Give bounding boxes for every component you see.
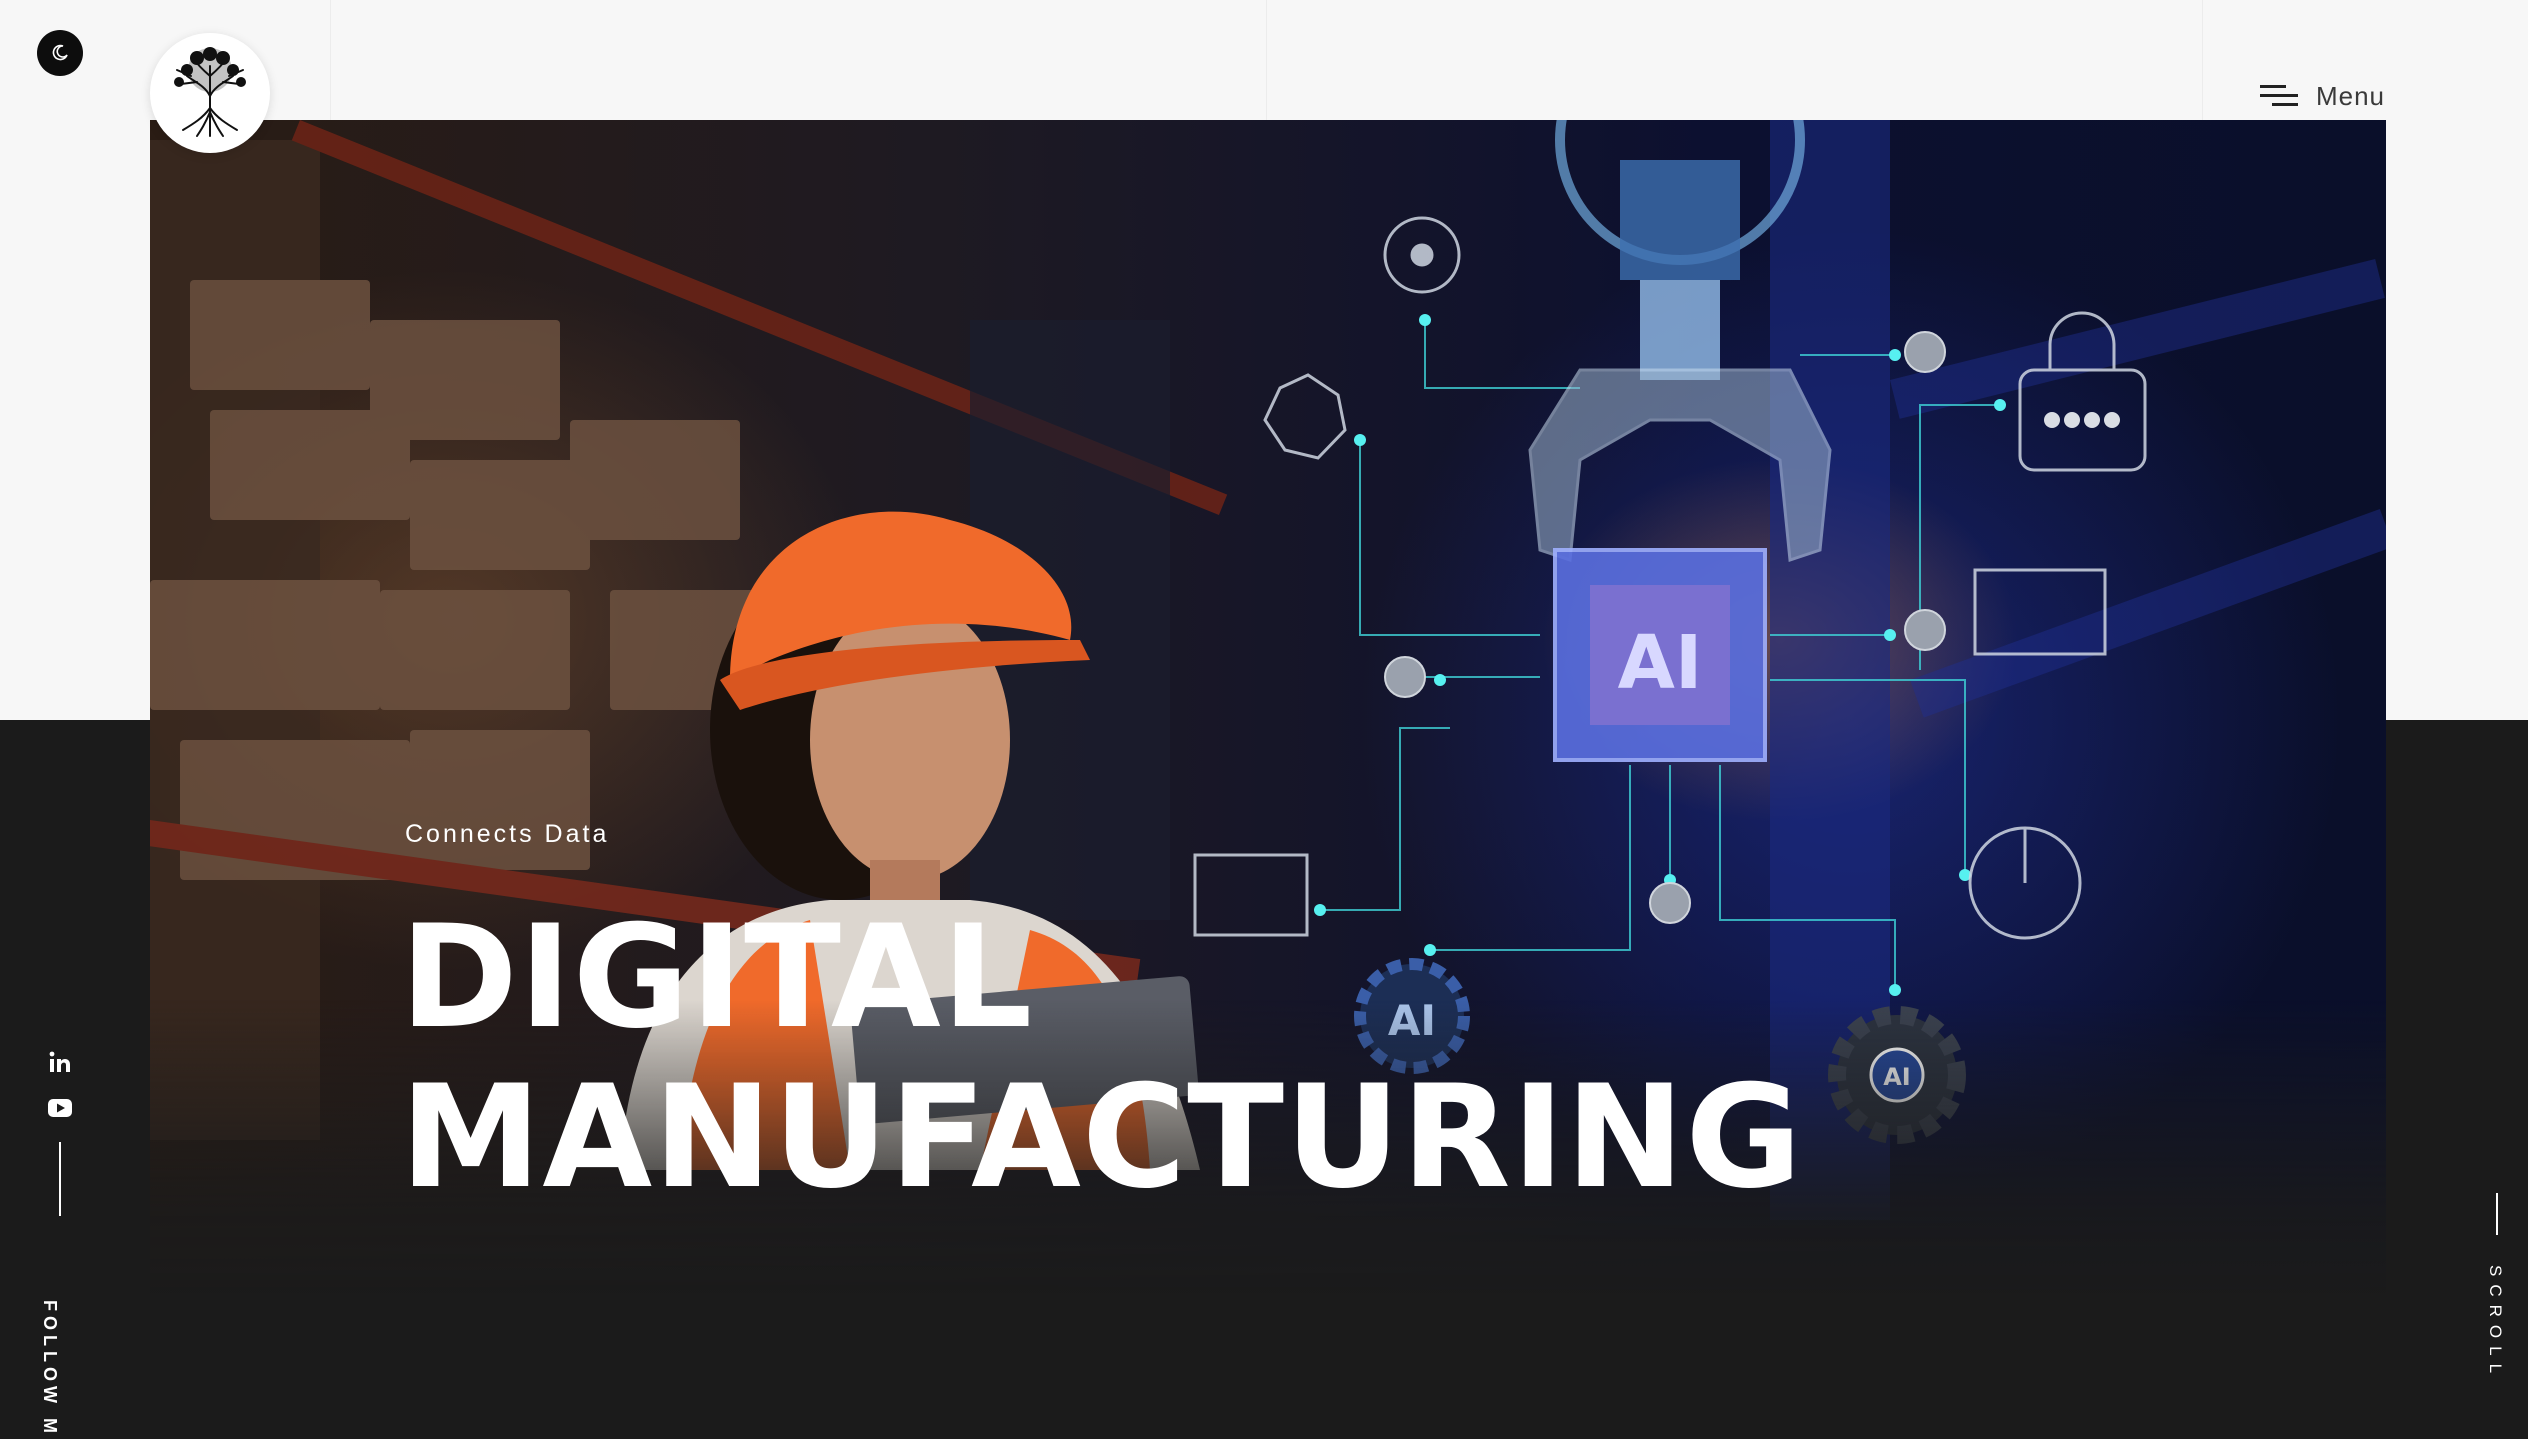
site-logo[interactable] xyxy=(150,33,270,153)
guide-line xyxy=(2202,0,2203,120)
ai-chip-image: AI xyxy=(1553,548,1767,762)
hero-banner: AI AI AI Connects Data DIGITAL MANUFACTU… xyxy=(150,120,2386,1300)
hamburger-icon xyxy=(2259,85,2298,106)
follow-me-label: FOLLOW ME xyxy=(40,1300,60,1439)
theme-toggle-button[interactable] xyxy=(37,30,83,76)
tree-logo-icon xyxy=(174,47,246,137)
hero-title-line: MANUFACTURING xyxy=(400,1055,1803,1220)
network-sphere-icon xyxy=(1263,373,1347,460)
hero-eyebrow: Connects Data xyxy=(405,820,610,848)
gear-label: AI xyxy=(1883,1063,1911,1091)
moon-icon xyxy=(52,44,68,61)
guide-line xyxy=(1266,0,1267,120)
menu-button[interactable]: Menu xyxy=(2259,80,2385,112)
linkedin-icon[interactable] xyxy=(48,1050,72,1074)
scroll-label[interactable]: SCROLL xyxy=(2485,1265,2505,1381)
youtube-icon[interactable] xyxy=(48,1096,72,1120)
ai-chip-label: AI xyxy=(1618,620,1703,706)
scroll-indicator-line xyxy=(2496,1193,2498,1235)
social-links xyxy=(44,1050,76,1216)
ai-gear-icon: AI xyxy=(1828,1006,1966,1144)
social-divider xyxy=(59,1142,61,1216)
hero-title: DIGITAL MANUFACTURING xyxy=(400,898,1803,1218)
menu-label: Menu xyxy=(2315,80,2385,111)
hero-title-line: DIGITAL xyxy=(400,895,1034,1060)
lock-icon xyxy=(2018,368,2147,472)
guide-line xyxy=(330,0,331,120)
